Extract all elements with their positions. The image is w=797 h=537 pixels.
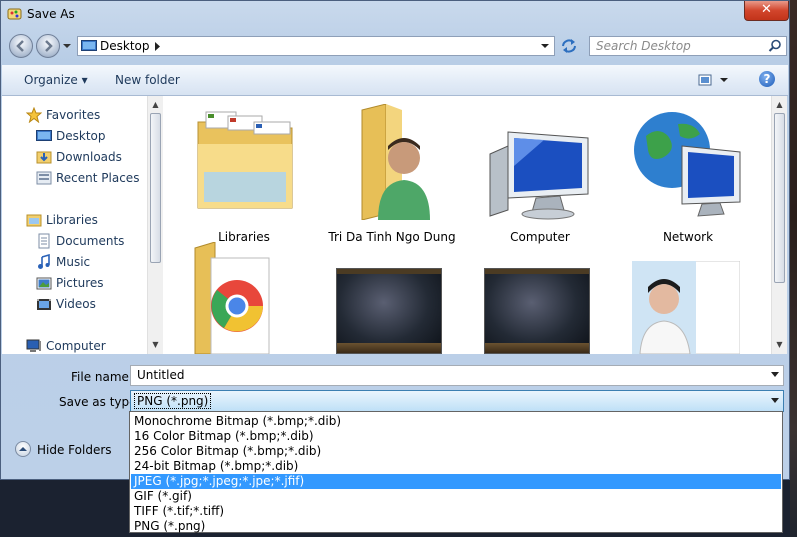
libraries-folder-icon: [197, 111, 293, 209]
help-button[interactable]: ?: [759, 71, 775, 87]
nav-desktop-label: Desktop: [56, 129, 106, 143]
scroll-up-arrow-icon[interactable]: ▲: [151, 100, 160, 109]
nav-favorites-label: Favorites: [46, 108, 101, 122]
nav-libraries-label: Libraries: [46, 213, 98, 227]
nav-documents-label: Documents: [56, 234, 125, 248]
music-icon: [38, 254, 50, 269]
network-globe-icon: [634, 112, 741, 217]
hide-folders-label: Hide Folders: [37, 443, 112, 457]
scroll-down-arrow-icon[interactable]: ▼: [151, 340, 160, 349]
game-screenshot-thumbnail-2[interactable]: [484, 268, 590, 354]
videos-icon: [37, 299, 51, 310]
arrow-right-icon: [45, 40, 53, 52]
nav-videos-label: Videos: [56, 297, 96, 311]
nav-pictures-label: Pictures: [56, 276, 104, 290]
new-folder-button[interactable]: New folder: [115, 73, 180, 87]
nav-music-label: Music: [56, 255, 91, 269]
file-item-label: Network: [662, 230, 714, 244]
type-option-tiff[interactable]: TIFF (*.tif;*.tiff): [131, 504, 781, 519]
user-folder-icon: [361, 104, 430, 220]
type-option-jpeg[interactable]: JPEG (*.jpg;*.jpeg;*.jpe;*.jfif): [131, 474, 781, 489]
address-dropdown-icon[interactable]: [538, 40, 552, 52]
navigation-pane: Favorites Desktop Downloads Recent Place…: [2, 96, 147, 354]
breadcrumb-arrow-icon[interactable]: [155, 42, 161, 51]
save-as-type-dropdown-list: Monochrome Bitmap (*.bmp;*.dib) 16 Color…: [129, 411, 783, 533]
close-button[interactable]: ✕: [744, 1, 789, 21]
search-box[interactable]: Search Desktop: [589, 36, 787, 56]
nav-downloads-label: Downloads: [56, 150, 122, 164]
chrome-shortcut-folder-icon[interactable]: [193, 242, 273, 354]
chevron-down-icon[interactable]: [771, 398, 779, 404]
type-option-24-bit-bitmap[interactable]: 24-bit Bitmap (*.bmp;*.dib): [131, 459, 781, 474]
chevron-up-icon: [15, 441, 31, 457]
file-item-label: Tri Da Tinh Ngo Dung: [328, 230, 456, 244]
paint-app-icon: [7, 8, 22, 20]
pictures-icon: [36, 277, 52, 290]
recent-places-icon: [36, 171, 52, 185]
desktop-icon: [36, 130, 52, 141]
save-as-type-label: Save as type:: [59, 395, 141, 409]
file-item-label: Computer: [510, 230, 570, 244]
organize-button[interactable]: Organize ▾: [24, 73, 88, 87]
scroll-up-arrow-icon[interactable]: ▲: [775, 100, 784, 109]
star-icon: [26, 107, 42, 123]
arrow-left-icon: [16, 40, 24, 52]
save-as-type-select[interactable]: PNG (*.png): [130, 390, 784, 412]
address-bar[interactable]: Desktop: [77, 36, 555, 56]
nav-computer-label: Computer: [46, 339, 106, 353]
file-list-scrollbar[interactable]: ▲ ▼: [771, 96, 787, 354]
computer-icon: [489, 131, 589, 220]
computer-icon: [26, 339, 41, 352]
file-name-input[interactable]: Untitled: [130, 365, 784, 386]
nav-recent-label: Recent Places: [56, 171, 140, 185]
desktop-icon: [81, 40, 97, 51]
file-name-value[interactable]: Untitled: [137, 368, 184, 382]
type-option-png[interactable]: PNG (*.png): [131, 519, 781, 534]
search-icon[interactable]: [768, 39, 782, 53]
refresh-icon[interactable]: [559, 37, 579, 55]
file-list: Libraries Tri Da Tinh Ngo Dung Computer: [163, 96, 777, 354]
back-button[interactable]: [9, 34, 33, 58]
libraries-icon: [26, 214, 42, 227]
chevron-down-icon[interactable]: [771, 372, 779, 378]
file-name-label: File name:: [71, 370, 133, 384]
save-as-type-value[interactable]: PNG (*.png): [134, 393, 212, 409]
background-desktop: [790, 0, 797, 537]
scroll-down-arrow-icon[interactable]: ▼: [775, 340, 784, 349]
save-as-dialog: Save As ✕ Desktop Search Desktop Organiz…: [0, 0, 790, 480]
type-option-monochrome-bitmap[interactable]: Monochrome Bitmap (*.bmp;*.dib): [131, 414, 781, 429]
command-toolbar: Organize ▾ New folder ?: [2, 65, 788, 96]
change-view-icon[interactable]: [698, 73, 730, 87]
portrait-photo-thumbnail[interactable]: [632, 261, 740, 354]
search-input[interactable]: Search Desktop: [596, 39, 691, 53]
window-title: Save As: [27, 7, 75, 21]
nav-pane-scrollbar[interactable]: ▲ ▼: [147, 96, 163, 354]
game-screenshot-thumbnail-1[interactable]: [336, 268, 442, 354]
type-option-256-color-bitmap[interactable]: 256 Color Bitmap (*.bmp;*.dib): [131, 444, 781, 459]
type-option-gif[interactable]: GIF (*.gif): [131, 489, 781, 504]
type-option-16-color-bitmap[interactable]: 16 Color Bitmap (*.bmp;*.dib): [131, 429, 781, 444]
downloads-folder-icon: [36, 151, 52, 164]
scrollbar-thumb[interactable]: [150, 113, 161, 263]
address-location[interactable]: Desktop: [100, 39, 150, 53]
title-bar[interactable]: Save As ✕: [1, 1, 789, 31]
recent-locations-dropdown[interactable]: [62, 41, 72, 51]
scrollbar-thumb[interactable]: [774, 113, 785, 283]
documents-icon: [38, 233, 50, 249]
forward-button[interactable]: [36, 34, 60, 58]
